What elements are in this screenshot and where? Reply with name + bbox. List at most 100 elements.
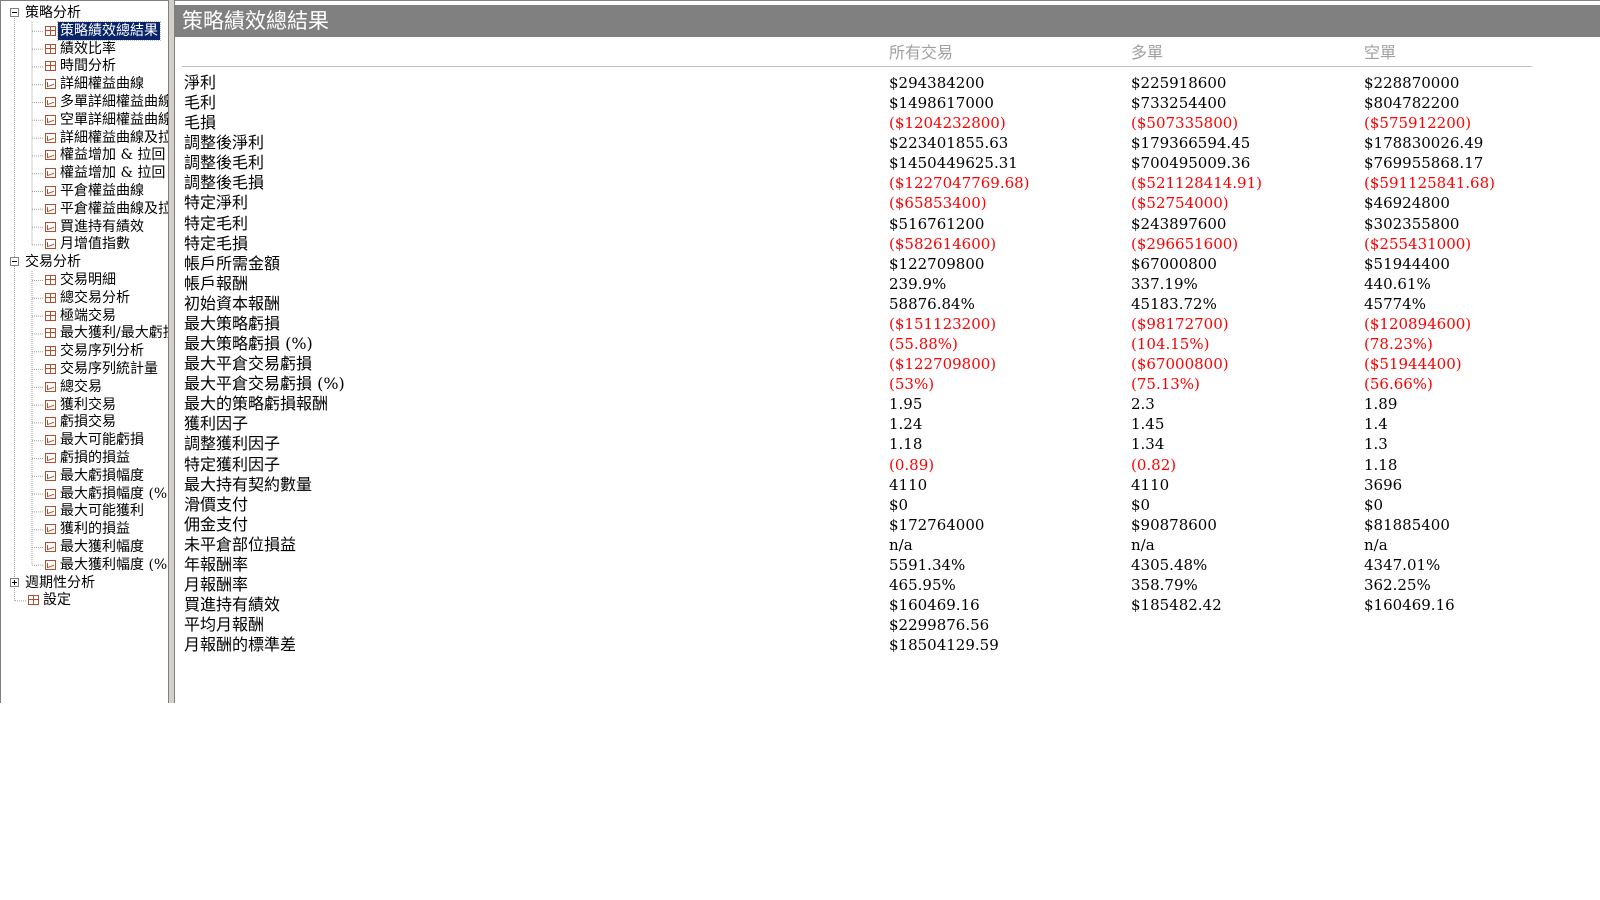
metric-value: 4305.48% [1131, 555, 1208, 574]
tree-item[interactable]: 獲利的損益 [1, 520, 168, 538]
tree-item[interactable]: 總交易分析 [1, 289, 168, 307]
tree-item[interactable]: 最大獲利幅度 (%) [1, 556, 168, 574]
tree-item[interactable]: 最大虧損幅度 [1, 467, 168, 485]
metric-value: ($507335800) [1131, 114, 1239, 133]
metric-value: $223401855.63 [889, 134, 1009, 153]
metric-value: ($575912200) [1364, 114, 1472, 133]
metric-value: $172764000 [889, 515, 985, 534]
metric-value: 1.24 [889, 415, 923, 434]
metric-value: 239.9% [889, 274, 947, 293]
metric-value: 1.3 [1364, 435, 1388, 454]
tree-item[interactable]: 交易序列統計量 [1, 360, 168, 378]
metric-value: $185482.42 [1131, 596, 1222, 615]
metric-value: (53%) [889, 375, 935, 394]
analysis-tree[interactable]: 策略分析 策略績效總結果 績效比率 時間分析 詳細權益曲線 多單詳細權益曲線 空單詳細權益曲… [0, 0, 169, 703]
metric-value: $90878600 [1131, 515, 1217, 534]
metric-label: 平均月報酬 [184, 615, 265, 635]
report-panel: 策略績效總結果 所有交易 多單 空單 淨利 $294384200 $225918600 $… [175, 0, 1600, 703]
tree-item[interactable]: 最大獲利/最大虧損 [1, 324, 168, 342]
metric-label: 最大持有契約數量 [184, 474, 313, 494]
tree-item-label: 空單詳細權益曲線 [60, 111, 169, 128]
tree-group[interactable]: 交易分析 [1, 253, 168, 271]
chart-report-icon [45, 186, 56, 196]
expand-icon[interactable] [10, 577, 19, 587]
metric-value: ($51944400) [1364, 355, 1462, 374]
tree-item[interactable]: 虧損的損益 [1, 449, 168, 467]
table-report-icon [45, 310, 56, 321]
tree-item-label: 多單詳細權益曲線 [60, 94, 169, 110]
table-report-icon [45, 346, 56, 357]
metric-value: 465.95% [889, 576, 956, 594]
metric-value: ($52754000) [1131, 194, 1229, 213]
tree-item[interactable]: 詳細權益曲線 [1, 75, 168, 93]
metric-label: 最大的策略虧損報酬 [184, 394, 329, 414]
header-divider [182, 66, 1532, 67]
metric-label: 最大策略虧損 (%) [184, 334, 313, 354]
metric-value: $302355800 [1364, 214, 1460, 233]
metric-value: $1450449625.31 [889, 154, 1018, 173]
metric-value: 1.45 [1131, 415, 1165, 434]
collapse-icon[interactable] [10, 8, 19, 17]
tree-item[interactable]: 極端交易 [1, 307, 168, 325]
tree-item[interactable]: 權益增加 & 拉回 [1, 164, 168, 182]
tree-item[interactable]: 平倉權益曲線 [1, 182, 168, 200]
chart-report-icon [45, 453, 56, 463]
metric-label: 月報酬率 [184, 575, 249, 594]
metric-value: $2299876.56 [889, 616, 990, 635]
tree-item[interactable]: 平倉權益曲線及拉回 [1, 200, 168, 218]
metric-value: $179366594.45 [1131, 134, 1251, 153]
metric-value: $178830026.49 [1364, 134, 1484, 153]
tree-item[interactable]: 權益增加 & 拉回 [1, 146, 168, 164]
tree-group[interactable]: 策略分析 [1, 4, 168, 22]
tree-item-label: 交易序列統計量 [60, 361, 158, 377]
metric-value: $122709800 [889, 254, 985, 273]
metric-value: $160469.16 [889, 596, 980, 615]
tree-item[interactable]: 交易序列分析 [1, 342, 168, 360]
metric-value: $0 [889, 495, 909, 514]
tree-item[interactable]: 最大可能虧損 [1, 431, 168, 449]
metric-value: (0.89) [889, 455, 935, 474]
metric-label: 年報酬率 [184, 554, 249, 574]
tree-item[interactable]: 買進持有績效 [1, 218, 168, 236]
tree-item[interactable]: 時間分析 [1, 57, 168, 75]
tree-item[interactable]: 空單詳細權益曲線 [1, 111, 169, 129]
tree-item[interactable]: 最大虧損幅度 (%) [1, 485, 169, 503]
chart-report-icon [45, 470, 56, 481]
metric-label: 月報酬的標準差 [184, 635, 297, 655]
tree-item-label: 最大獲利幅度 [60, 539, 144, 555]
metric-value: $228870000 [1364, 74, 1460, 92]
tree-item-label: 績效比率 [60, 40, 116, 57]
tree-item[interactable]: 多單詳細權益曲線 [1, 93, 169, 111]
tree-item[interactable]: 總交易 [1, 378, 168, 396]
metric-value: ($122709800) [889, 355, 997, 374]
chart-report-icon [45, 168, 56, 179]
tree-item-label: 時間分析 [60, 58, 116, 75]
chart-report-icon [45, 506, 56, 517]
tree-item[interactable]: 交易明細 [1, 271, 168, 289]
chart-report-icon [45, 203, 56, 214]
tree-item[interactable]: 績效比率 [1, 40, 168, 58]
tree-item-label: 交易明細 [60, 272, 116, 288]
metric-value: 4347.01% [1364, 555, 1441, 574]
metric-value: $160469.16 [1364, 596, 1455, 615]
tree-item[interactable]: 策略績效總結果 [1, 20, 168, 41]
tree-item[interactable]: 設定 [1, 591, 168, 609]
tree-item[interactable]: 最大可能獲利 [1, 502, 168, 520]
tree-item[interactable]: 虧損交易 [1, 413, 168, 431]
table-report-icon [45, 292, 56, 303]
tree-item[interactable]: 月增值指數 [1, 235, 168, 253]
tree-item[interactable]: 詳細權益曲線及拉回 [1, 129, 168, 147]
tree-item-label: 最大虧損幅度 (%) [60, 485, 169, 502]
collapse-icon[interactable] [10, 257, 19, 267]
chart-report-icon [45, 79, 56, 90]
metric-label: 買進持有績效 [184, 595, 281, 615]
metric-value: $51944400 [1364, 254, 1450, 273]
metric-value: $516761200 [889, 214, 985, 233]
metric-value: ($65853400) [889, 194, 987, 213]
metric-value: $1498617000 [889, 94, 994, 113]
tree-item[interactable]: 獲利交易 [1, 396, 168, 414]
tree-item[interactable]: 最大獲利幅度 [1, 538, 168, 556]
report-title: 策略績效總結果 [175, 5, 1600, 37]
metric-label: 帳戶所需金額 [184, 253, 281, 273]
tree-group[interactable]: 週期性分析 [1, 574, 168, 592]
